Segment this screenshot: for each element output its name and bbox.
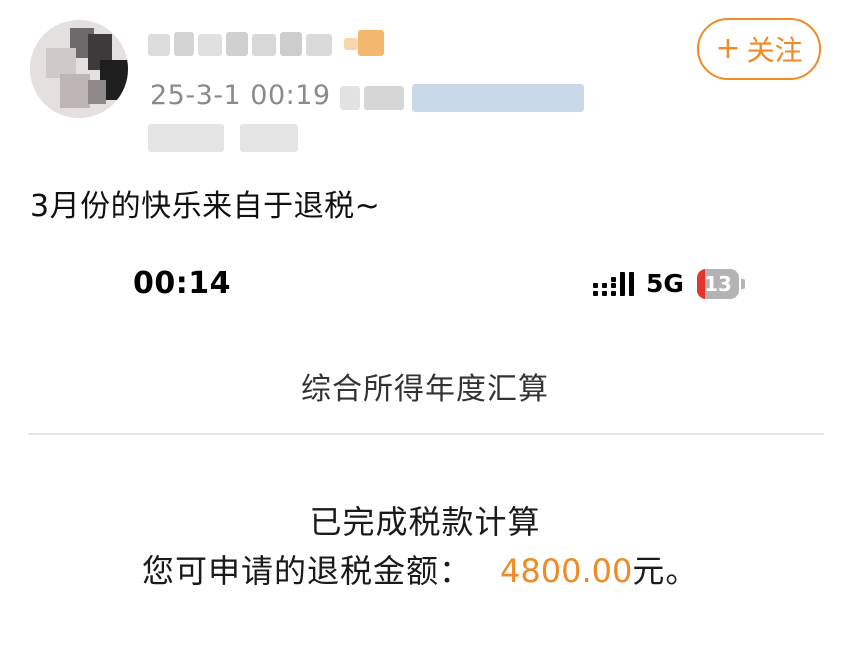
phone-status-time: 00:14: [133, 266, 231, 301]
calculation-status: 已完成税款计算: [309, 503, 541, 541]
divider: [28, 433, 824, 435]
refund-line: 您可申请的退税金额： 4800.00元。: [142, 546, 698, 592]
post-text: 3月份的快乐来自于退税~: [30, 189, 381, 224]
follow-button[interactable]: + 关注: [697, 18, 821, 80]
network-type: 5G: [646, 269, 684, 298]
battery-percentage: 13: [704, 272, 732, 296]
refund-unit: 元。: [632, 552, 699, 590]
cellular-signal-icon: [593, 272, 634, 296]
vip-badge-icon: [358, 30, 384, 56]
follow-label: 关注: [746, 34, 803, 67]
plus-icon: +: [715, 31, 741, 66]
post-timestamp: 25-3-1 00:19: [150, 80, 331, 111]
avatar[interactable]: [30, 20, 128, 118]
page-title: 综合所得年度汇算: [301, 372, 549, 407]
refund-label: 您可申请的退税金额：: [142, 552, 473, 590]
refund-amount: 4800.00: [500, 552, 633, 590]
weibo-post: 25-3-1 00:19 + 关注 3月份的快乐来自于退税~ 00:14 5G …: [0, 0, 850, 648]
battery-icon: 13: [697, 269, 745, 299]
